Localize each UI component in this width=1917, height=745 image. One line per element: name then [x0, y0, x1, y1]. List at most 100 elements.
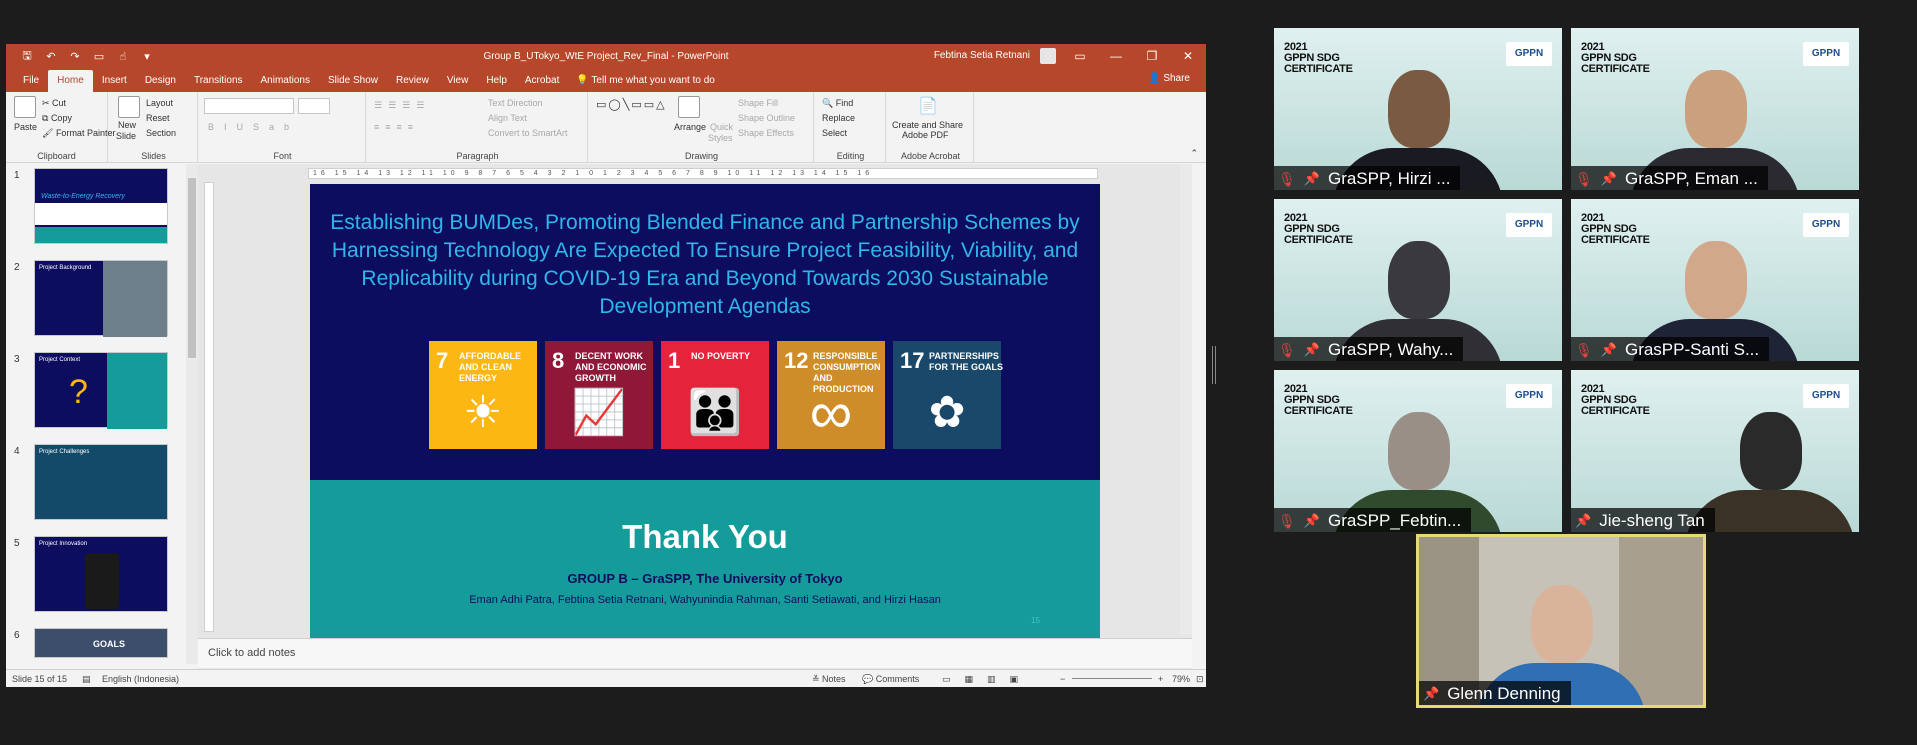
- close-icon[interactable]: ✕: [1170, 44, 1206, 68]
- comments-toggle[interactable]: 💬 Comments: [862, 674, 919, 685]
- cut-button[interactable]: ✂ Cut: [42, 98, 66, 109]
- slide-thumbnail-3[interactable]: Project Context ?: [34, 352, 168, 429]
- text-direction-button[interactable]: Text Direction: [488, 98, 543, 108]
- tab-animations[interactable]: Animations: [252, 70, 319, 92]
- group-affiliation[interactable]: GROUP B – GraSPP, The University of Toky…: [310, 571, 1100, 586]
- quick-styles-button-line2[interactable]: Styles: [708, 133, 733, 143]
- thumbnail-title: Project Innovation: [39, 541, 88, 547]
- account-name[interactable]: Febtina Setia Retnani: [934, 50, 1030, 61]
- slide-thumbnail-4[interactable]: Project Challenges: [34, 444, 168, 520]
- ribbon-display-icon[interactable]: ▭: [1062, 44, 1098, 68]
- slide-thumbnail-1[interactable]: Waste-to-Energy Recovery: [34, 168, 168, 244]
- slide-thumbnail-6[interactable]: GOALS: [34, 628, 168, 658]
- layout-button[interactable]: Layout: [146, 98, 173, 108]
- arrange-icon[interactable]: [678, 96, 700, 118]
- copy-button[interactable]: ⧉ Copy: [42, 113, 72, 124]
- muted-mic-icon: 🎙: [1278, 341, 1296, 358]
- paste-icon[interactable]: [14, 96, 36, 118]
- tab-design[interactable]: Design: [136, 70, 185, 92]
- shapes-gallery[interactable]: ▭◯╲▭▭△: [596, 98, 667, 111]
- tab-file[interactable]: File: [14, 70, 48, 92]
- align-buttons[interactable]: ≡≡≡≡: [374, 122, 419, 132]
- notes-toggle[interactable]: ≚ Notes: [812, 674, 846, 685]
- arrange-button[interactable]: Arrange: [674, 122, 706, 132]
- zoom-level[interactable]: 79%: [1172, 674, 1190, 684]
- paste-button[interactable]: Paste: [14, 122, 37, 132]
- thumbnail-title: Project Background: [39, 265, 92, 271]
- find-button[interactable]: 🔍 Find: [822, 98, 853, 109]
- shape-outline-button[interactable]: Shape Outline: [738, 113, 795, 123]
- minimize-icon[interactable]: —: [1098, 44, 1134, 68]
- customize-qat-icon[interactable]: ▾: [140, 50, 154, 63]
- select-button[interactable]: Select: [822, 128, 847, 138]
- replace-button[interactable]: Replace: [822, 113, 855, 123]
- new-slide-button[interactable]: New: [118, 120, 136, 130]
- restore-icon[interactable]: ❐: [1134, 44, 1170, 68]
- notes-pane[interactable]: Click to add notes: [198, 638, 1192, 668]
- zoom-in-button[interactable]: +: [1158, 674, 1163, 684]
- view-buttons[interactable]: ▭▦▥▣: [942, 674, 1032, 685]
- start-slideshow-icon[interactable]: ▭: [92, 50, 106, 63]
- fit-slide-icon[interactable]: ⊡: [1196, 674, 1204, 685]
- reset-button[interactable]: Reset: [146, 113, 170, 123]
- section-button[interactable]: Section: [146, 128, 176, 138]
- tab-home[interactable]: Home: [48, 70, 93, 92]
- zoom-out-button[interactable]: −: [1060, 674, 1065, 684]
- share-button[interactable]: 👤 Share: [1148, 73, 1190, 84]
- quick-styles-button[interactable]: Quick: [710, 122, 733, 132]
- redo-icon[interactable]: ↷: [68, 50, 82, 63]
- align-text-button[interactable]: Align Text: [488, 113, 527, 123]
- font-format-buttons[interactable]: BIUSab: [208, 122, 299, 132]
- current-slide[interactable]: Establishing BUMDes, Promoting Blended F…: [310, 184, 1100, 639]
- participant-tile[interactable]: 2021 GPPN SDG CERTIFICATE GPPN 🎙 📌 GraSPP, H…: [1274, 28, 1562, 190]
- slide-title[interactable]: Establishing BUMDes, Promoting Blended F…: [330, 209, 1080, 321]
- tab-slide-show[interactable]: Slide Show: [319, 70, 387, 92]
- undo-icon[interactable]: ↶: [44, 50, 58, 63]
- spelling-icon[interactable]: ▤: [82, 674, 91, 685]
- tab-review[interactable]: Review: [387, 70, 438, 92]
- shape-effects-button[interactable]: Shape Effects: [738, 128, 794, 138]
- account-avatar[interactable]: [1040, 48, 1056, 64]
- create-share-pdf-button[interactable]: Create and Share: [892, 120, 963, 130]
- save-icon[interactable]: 🖫: [20, 47, 34, 66]
- language-indicator[interactable]: English (Indonesia): [102, 674, 179, 684]
- create-share-pdf-button-line2[interactable]: Adobe PDF: [902, 130, 949, 140]
- new-slide-icon[interactable]: [118, 96, 140, 118]
- gppn-logo: GPPN: [1803, 42, 1849, 66]
- tab-transitions[interactable]: Transitions: [185, 70, 252, 92]
- family-icon: 👪: [687, 388, 743, 437]
- list-buttons[interactable]: ☰☰☰☰: [374, 100, 430, 111]
- participant-tile[interactable]: 2021 GPPN SDG CERTIFICATE GPPN 🎙 📌 GrasPP-Sa…: [1571, 199, 1859, 361]
- thumbnails-scrollbar[interactable]: [186, 164, 198, 664]
- slides-group: New Slide Layout Reset Section Slides: [110, 92, 198, 163]
- thank-you-heading[interactable]: Thank You: [310, 518, 1100, 556]
- active-speaker-tile[interactable]: 📌 Glenn Denning: [1416, 534, 1706, 708]
- zoom-slider[interactable]: [1072, 678, 1152, 679]
- tab-insert[interactable]: Insert: [93, 70, 136, 92]
- tab-help[interactable]: Help: [477, 70, 516, 92]
- tab-acrobat[interactable]: Acrobat: [516, 70, 568, 92]
- slide-thumbnail-2[interactable]: Project Background: [34, 260, 168, 337]
- tab-view[interactable]: View: [438, 70, 478, 92]
- participant-tile[interactable]: 2021 GPPN SDG CERTIFICATE GPPN 📌 Jie-sheng …: [1571, 370, 1859, 532]
- editor-scrollbar[interactable]: [1180, 164, 1192, 634]
- font-size-box[interactable]: [298, 98, 330, 114]
- participant-tile[interactable]: 2021 GPPN SDG CERTIFICATE GPPN 🎙 📌 GraSPP_Fe…: [1274, 370, 1562, 532]
- format-painter-button[interactable]: 🖌 Format Painter: [42, 128, 115, 139]
- participant-tile[interactable]: 2021 GPPN SDG CERTIFICATE GPPN 🎙 📌 GraSPP, E…: [1571, 28, 1859, 190]
- author-names[interactable]: Eman Adhi Patra, Febtina Setia Retnani, …: [310, 594, 1100, 606]
- participant-name: GraSPP_Febtin...: [1327, 511, 1462, 530]
- scroll-thumb[interactable]: [188, 178, 196, 358]
- collapse-ribbon-icon[interactable]: ⌃: [1190, 148, 1198, 159]
- font-name-box[interactable]: [204, 98, 294, 114]
- participant-tile[interactable]: 2021 GPPN SDG CERTIFICATE GPPN 🎙 📌 GraSPP, W…: [1274, 199, 1562, 361]
- slide-thumbnail-5[interactable]: Project Innovation: [34, 536, 168, 612]
- gppn-logo: GPPN: [1803, 384, 1849, 408]
- shape-fill-button[interactable]: Shape Fill: [738, 98, 778, 108]
- convert-smartart-button[interactable]: Convert to SmartArt: [488, 128, 568, 138]
- touch-mode-icon[interactable]: ☝: [116, 50, 130, 63]
- tell-me-box[interactable]: 💡 Tell me what you want to do: [576, 70, 714, 92]
- gallery-splitter[interactable]: [1212, 346, 1216, 384]
- muted-mic-icon: 🎙: [1278, 512, 1296, 529]
- new-slide-button-line2[interactable]: Slide: [116, 131, 136, 141]
